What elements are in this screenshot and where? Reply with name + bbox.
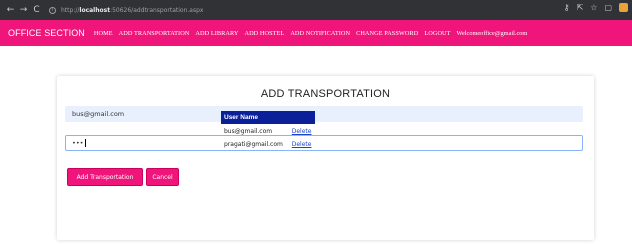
star-icon[interactable]: ☆	[590, 3, 597, 12]
welcome-user: Welcomeoffice@gmail.com	[456, 29, 528, 37]
text-cursor	[84, 139, 86, 147]
share-icon[interactable]: ⇱	[577, 3, 584, 12]
url-rest: :50626/addtransportation.aspx	[110, 6, 204, 14]
url-host: localhost	[79, 6, 111, 14]
back-arrow-icon[interactable]: ←	[4, 5, 17, 15]
password-field[interactable]: •••	[65, 135, 583, 151]
browser-actions: ⚷ ⇱ ☆ ▢	[564, 3, 628, 12]
nav-add-notification[interactable]: ADD NOTIFICATION	[290, 30, 350, 37]
email-value: bus@gmail.com	[72, 110, 125, 118]
cancel-button[interactable]: Cancel	[146, 168, 179, 186]
nav-add-transportation[interactable]: ADD TRANSPORTATION	[119, 30, 190, 37]
email-field[interactable]: bus@gmail.com	[65, 106, 583, 122]
page-title: ADD TRANSPORTATION	[260, 88, 391, 100]
url-prefix: http://	[61, 6, 80, 14]
brand-title[interactable]: OFFICE SECTION	[8, 28, 85, 38]
column-header-user-name: User Name	[221, 111, 315, 124]
nav-add-hostel[interactable]: ADD HOSTEL	[244, 30, 284, 37]
info-icon[interactable]: i	[49, 6, 56, 14]
user-name-cell: bus@gmail.com	[224, 128, 273, 135]
nav-links: HOME ADD TRANSPORTATION ADD LIBRARY ADD …	[94, 30, 451, 37]
extension-icon[interactable]	[619, 3, 628, 12]
window-icon[interactable]: ▢	[604, 3, 612, 12]
add-transportation-button[interactable]: Add Transportation	[67, 168, 143, 186]
table-row: pragati@gmail.com Delete	[221, 137, 315, 150]
key-icon[interactable]: ⚷	[564, 3, 570, 12]
reload-icon[interactable]: C	[30, 5, 43, 15]
forward-arrow-icon[interactable]: →	[17, 5, 30, 15]
browser-toolbar: ← → C i http://localhost:50626/addtransp…	[0, 0, 632, 20]
nav-change-password[interactable]: CHANGE PASSWORD	[356, 30, 418, 37]
users-table: User Name bus@gmail.com Delete pragati@g…	[221, 111, 315, 150]
password-mask: •••	[72, 139, 84, 147]
add-transportation-card: ADD TRANSPORTATION bus@gmail.com ••• Add…	[57, 76, 594, 240]
delete-link[interactable]: Delete	[289, 137, 315, 150]
table-row: bus@gmail.com Delete	[221, 124, 315, 137]
site-navbar: OFFICE SECTION HOME ADD TRANSPORTATION A…	[0, 20, 632, 46]
address-bar[interactable]: i http://localhost:50626/addtransportati…	[49, 3, 203, 17]
user-name-cell: pragati@gmail.com	[224, 141, 283, 148]
nav-home[interactable]: HOME	[94, 30, 113, 37]
delete-link[interactable]: Delete	[289, 124, 315, 137]
nav-add-library[interactable]: ADD LIBRARY	[195, 30, 238, 37]
nav-logout[interactable]: LOGOUT	[424, 30, 450, 37]
table-header-row: User Name	[221, 111, 315, 124]
